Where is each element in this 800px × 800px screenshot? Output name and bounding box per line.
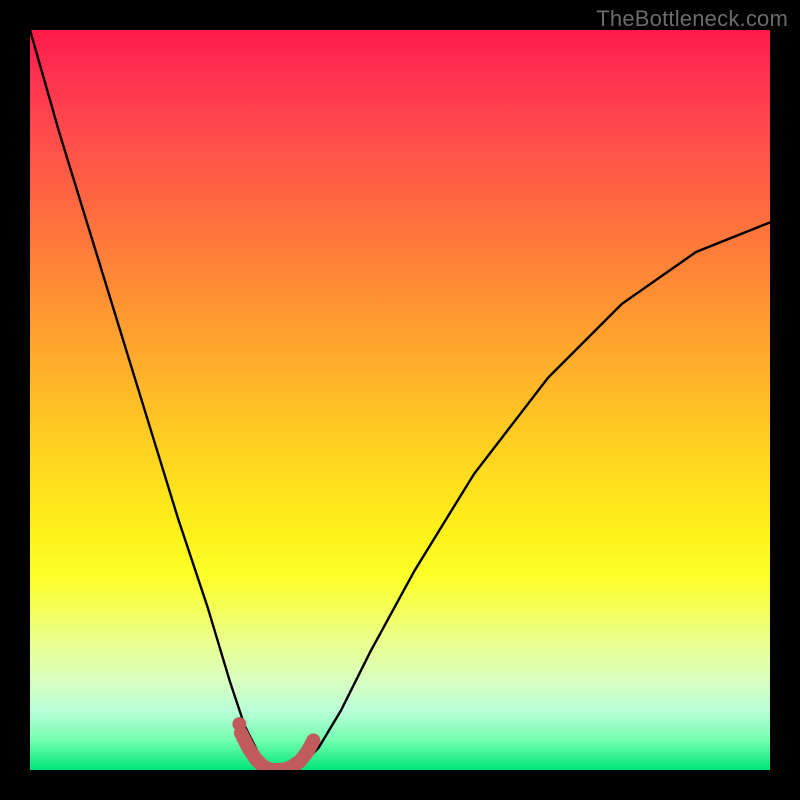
- min-highlight-dot: [232, 717, 246, 731]
- watermark-text: TheBottleneck.com: [596, 6, 788, 32]
- plot-area: [30, 30, 770, 770]
- curve-svg: [30, 30, 770, 770]
- bottleneck-curve-path: [30, 30, 770, 770]
- chart-frame: TheBottleneck.com: [0, 0, 800, 800]
